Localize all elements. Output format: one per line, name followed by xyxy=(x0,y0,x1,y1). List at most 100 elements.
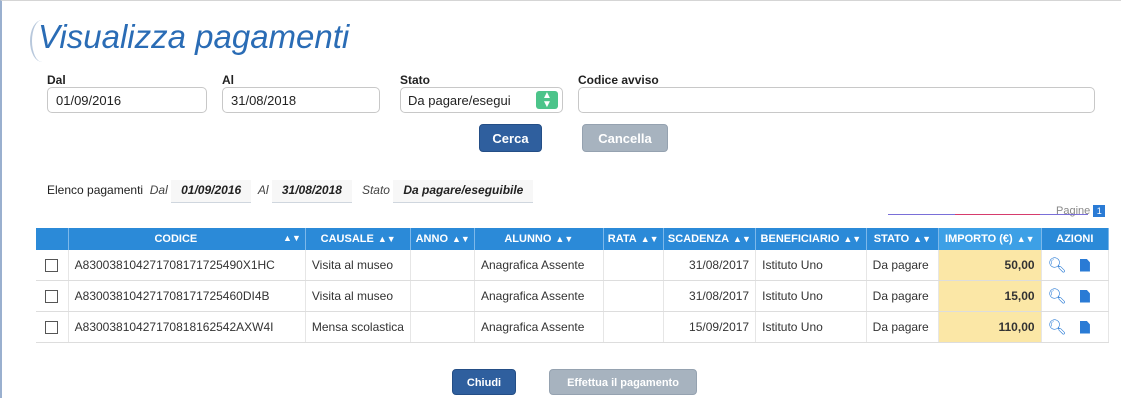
row-checkbox[interactable] xyxy=(45,259,59,273)
header-stato-label: STATO xyxy=(873,233,910,245)
header-select xyxy=(36,228,69,250)
al-label: Al xyxy=(222,73,234,87)
sort-icon[interactable]: ▲▼ xyxy=(1017,234,1035,244)
cell-scadenza: 31/08/2017 xyxy=(663,250,757,281)
sort-icon[interactable]: ▲▼ xyxy=(378,234,396,244)
stato-select-value: Da pagare/esegui xyxy=(408,93,511,108)
search-icon[interactable]: 🔍︎ xyxy=(1048,256,1067,274)
header-alunno[interactable]: ALUNNO ▲▼ xyxy=(474,228,604,250)
cell-importo: 50,00 xyxy=(938,250,1042,281)
summary-bar: Elenco pagamenti Dal 01/09/2016 Al 31/08… xyxy=(47,180,534,203)
cell-rata xyxy=(603,250,664,281)
importo-accent-line xyxy=(955,214,1040,215)
header-rata-label: RATA xyxy=(607,233,637,245)
header-causale-label: CAUSALE xyxy=(320,233,374,245)
search-icon[interactable]: 🔍︎ xyxy=(1048,287,1067,305)
sort-icon[interactable]: ▲▼ xyxy=(641,234,659,244)
summary-al-value: 31/08/2018 xyxy=(271,180,352,203)
payments-table: CODICE ▲▼ CAUSALE ▲▼ ANNO ▲▼ ALUNNO ▲▼ RATA ▲… xyxy=(36,228,1110,343)
effettua-pagamento-button[interactable]: Effettua il pagamento xyxy=(549,369,697,395)
cell-beneficiario: Istituto Uno xyxy=(755,311,867,343)
header-scadenza[interactable]: SCADENZA ▲▼ xyxy=(663,228,757,250)
dal-label: Dal xyxy=(47,73,66,87)
cell-codice: A830038104271708171725490X1HC xyxy=(68,250,306,281)
cell-causale: Visita al museo xyxy=(305,250,412,281)
cell-scadenza: 15/09/2017 xyxy=(663,311,757,343)
cell-importo: 110,00 xyxy=(938,311,1042,343)
cell-alunno: Anagrafica Assente xyxy=(474,250,604,281)
select-arrows-icon: ▲ ▼ xyxy=(536,91,558,110)
summary-dal-value: 01/09/2016 xyxy=(171,180,252,203)
row-checkbox[interactable] xyxy=(45,290,59,304)
sort-icon[interactable]: ▲▼ xyxy=(283,233,301,243)
cell-stato: Da pagare xyxy=(866,280,940,312)
cell-causale: Visita al museo xyxy=(305,280,412,312)
table-header-row: CODICE ▲▼ CAUSALE ▲▼ ANNO ▲▼ ALUNNO ▲▼ RATA ▲… xyxy=(36,228,1110,250)
cell-anno xyxy=(410,311,475,343)
cell-stato: Da pagare xyxy=(866,311,940,343)
header-beneficiario[interactable]: BENEFICIARIO ▲▼ xyxy=(755,228,867,250)
cell-alunno: Anagrafica Assente xyxy=(474,280,604,312)
cell-azioni: 🔍︎ xyxy=(1041,311,1110,343)
cell-azioni: 🔍︎ xyxy=(1041,280,1110,312)
header-alunno-label: ALUNNO xyxy=(504,233,552,245)
header-anno-label: ANNO xyxy=(415,233,448,245)
document-icon[interactable] xyxy=(1079,289,1090,303)
summary-dal-label: Dal xyxy=(149,183,168,197)
header-importo-label: IMPORTO (€) xyxy=(945,233,1013,245)
search-icon[interactable]: 🔍︎ xyxy=(1048,318,1067,336)
dal-input[interactable] xyxy=(47,87,207,113)
sort-icon[interactable]: ▲▼ xyxy=(452,234,470,244)
header-azioni: AZIONI xyxy=(1041,228,1110,250)
header-scadenza-label: SCADENZA xyxy=(667,233,730,245)
summary-stato-label: Stato xyxy=(361,183,390,197)
pagine-label: Pagine xyxy=(1056,205,1091,217)
stato-label: Stato xyxy=(400,73,430,87)
document-icon[interactable] xyxy=(1079,258,1090,272)
cell-codice: A83003810427170818162542AXW4I xyxy=(68,311,306,343)
cancella-button[interactable]: Cancella xyxy=(582,124,668,152)
sort-icon[interactable]: ▲▼ xyxy=(555,234,573,244)
al-input[interactable] xyxy=(222,87,380,113)
summary-label: Elenco pagamenti xyxy=(47,183,144,197)
summary-al-label: Al xyxy=(257,183,269,197)
header-rata[interactable]: RATA ▲▼ xyxy=(603,228,664,250)
summary-stato-value: Da pagare/eseguibile xyxy=(393,180,534,203)
cell-codice: A830038104271708171725460DI4B xyxy=(68,280,306,312)
header-importo[interactable]: IMPORTO (€) ▲▼ xyxy=(938,228,1042,250)
codice-avviso-input[interactable] xyxy=(578,87,1095,113)
chiudi-button[interactable]: Chiudi xyxy=(452,369,516,395)
cell-rata xyxy=(603,280,664,312)
sort-icon[interactable]: ▲▼ xyxy=(843,234,861,244)
cell-causale: Mensa scolastica xyxy=(305,311,412,343)
cell-alunno: Anagrafica Assente xyxy=(474,311,604,343)
header-anno[interactable]: ANNO ▲▼ xyxy=(410,228,475,250)
cell-scadenza: 31/08/2017 xyxy=(663,280,757,312)
row-checkbox[interactable] xyxy=(45,321,59,335)
table-row: A830038104271708171725490X1HC Visita al … xyxy=(36,250,1110,281)
table-row: A83003810427170818162542AXW4I Mensa scol… xyxy=(36,311,1110,343)
cell-stato: Da pagare xyxy=(866,250,940,281)
document-icon[interactable] xyxy=(1079,320,1090,334)
stato-select[interactable]: Da pagare/esegui ▲ ▼ xyxy=(400,87,563,113)
header-codice-label: CODICE xyxy=(154,233,198,245)
cell-anno xyxy=(410,250,475,281)
header-beneficiario-label: BENEFICIARIO xyxy=(760,233,840,245)
cell-anno xyxy=(410,280,475,312)
cell-beneficiario: Istituto Uno xyxy=(755,250,867,281)
page-title: Visualizza pagamenti xyxy=(38,18,350,55)
cerca-button[interactable]: Cerca xyxy=(479,124,542,152)
page-number-button[interactable]: 1 xyxy=(1093,205,1106,218)
cell-rata xyxy=(603,311,664,343)
header-stato[interactable]: STATO ▲▼ xyxy=(866,228,940,250)
cell-importo: 15,00 xyxy=(938,280,1042,312)
pagination: Pagine 1 xyxy=(1056,205,1106,218)
header-causale[interactable]: CAUSALE ▲▼ xyxy=(305,228,412,250)
codice-avviso-label: Codice avviso xyxy=(578,73,659,87)
sort-icon[interactable]: ▲▼ xyxy=(913,234,931,244)
cell-beneficiario: Istituto Uno xyxy=(755,280,867,312)
cell-azioni: 🔍︎ xyxy=(1041,250,1110,281)
header-codice[interactable]: CODICE ▲▼ xyxy=(68,228,306,250)
sort-icon[interactable]: ▲▼ xyxy=(733,234,751,244)
table-row: A830038104271708171725460DI4B Visita al … xyxy=(36,280,1110,312)
